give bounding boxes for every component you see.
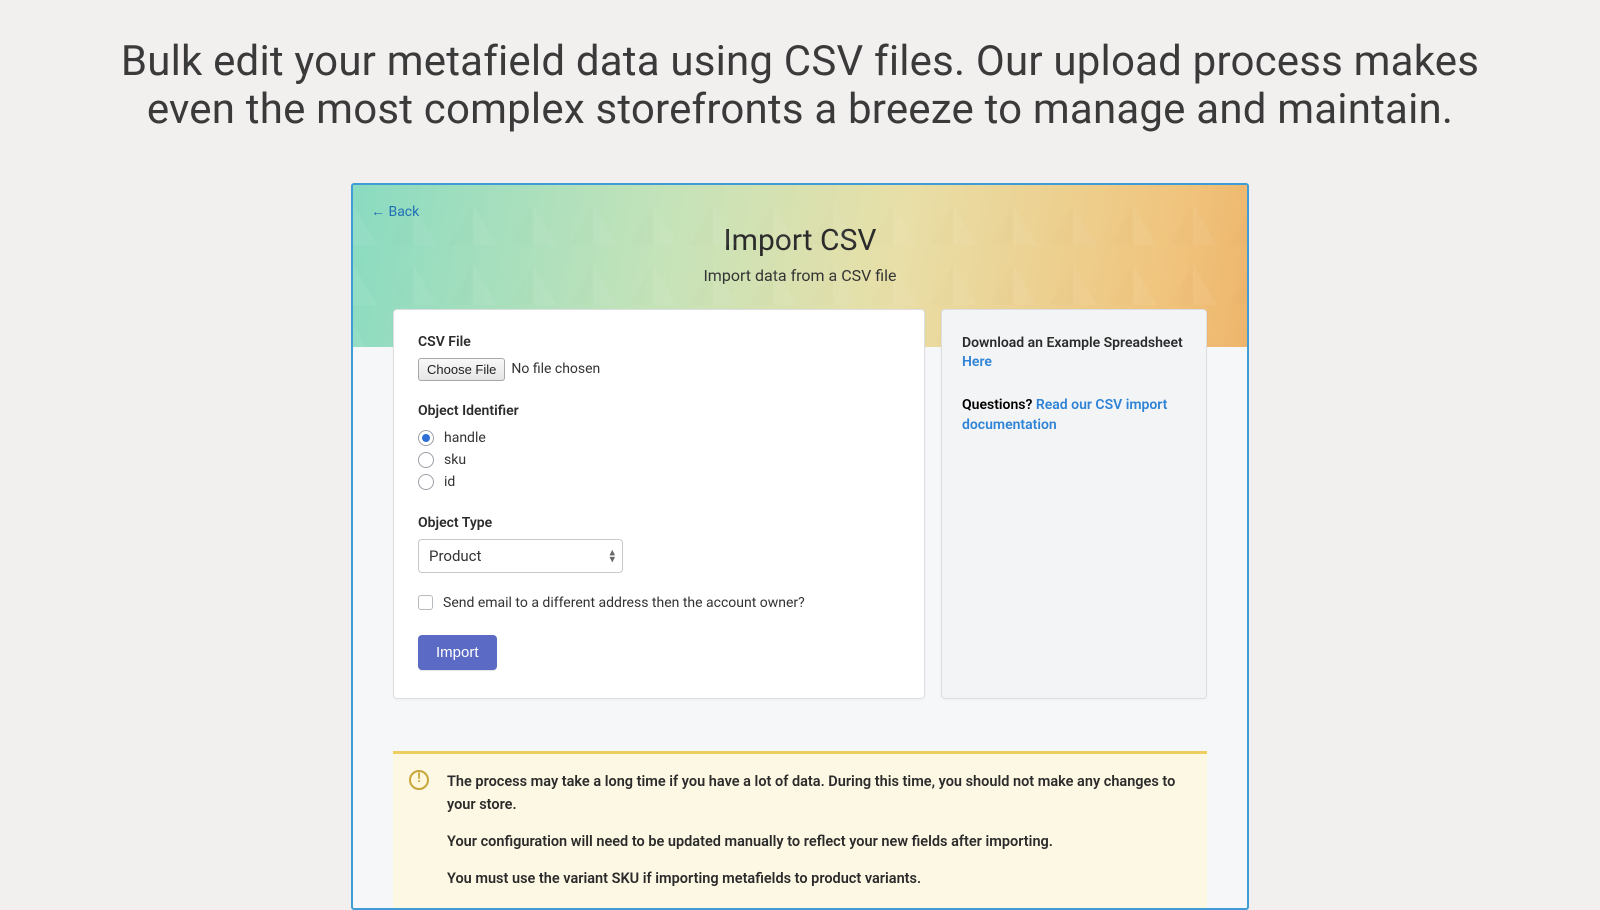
email-checkbox-row[interactable]: Send email to a different address then t… [418,595,900,611]
radio-label: handle [444,430,486,446]
import-button[interactable]: Import [418,635,497,670]
select-value: Product [429,547,481,565]
object-identifier-group: handle sku id [418,427,900,493]
csv-file-label: CSV File [418,334,900,350]
radio-sku[interactable]: sku [418,449,900,471]
import-form-card: CSV File Choose File No file chosen Obje… [393,309,925,699]
page-subtitle: Import data from a CSV file [353,266,1247,285]
back-link[interactable]: ← Back [371,203,419,220]
warning-banner: ! The process may take a long time if yo… [393,751,1207,909]
app-frame: ← Back Import CSV Import data from a CSV… [351,183,1249,910]
example-download-line: Download an Example Spreadsheet Here [962,334,1186,373]
object-type-label: Object Type [418,515,900,531]
radio-label: sku [444,452,466,468]
file-chosen-status: No file chosen [511,361,600,377]
object-identifier-label: Object Identifier [418,403,900,419]
object-type-select-wrap: Product ▴▾ [418,539,623,573]
help-sidebar-card: Download an Example Spreadsheet Here Que… [941,309,1207,699]
warning-line-1: The process may take a long time if you … [447,770,1187,816]
radio-id[interactable]: id [418,471,900,493]
file-input-row: Choose File No file chosen [418,358,900,381]
radio-handle[interactable]: handle [418,427,900,449]
radio-circle-icon [418,452,434,468]
checkbox-label: Send email to a different address then t… [443,595,805,611]
radio-label: id [444,474,455,490]
example-download-link[interactable]: Here [962,354,992,370]
radio-circle-icon [418,430,434,446]
checkbox-icon [418,595,433,610]
warning-line-2: Your configuration will need to be updat… [447,830,1187,853]
radio-circle-icon [418,474,434,490]
warning-icon: ! [409,770,429,790]
page-title: Import CSV [353,223,1247,258]
object-type-select[interactable]: Product [418,539,623,573]
choose-file-button[interactable]: Choose File [418,358,505,381]
content-row: CSV File Choose File No file chosen Obje… [353,309,1247,727]
marketing-heading: Bulk edit your metafield data using CSV … [0,0,1600,153]
questions-lead: Questions? [962,397,1036,413]
questions-line: Questions? Read our CSV import documenta… [962,395,1186,436]
warning-line-3: You must use the variant SKU if importin… [447,867,1187,890]
example-text: Download an Example Spreadsheet [962,335,1183,351]
radio-dot-icon [422,434,430,442]
